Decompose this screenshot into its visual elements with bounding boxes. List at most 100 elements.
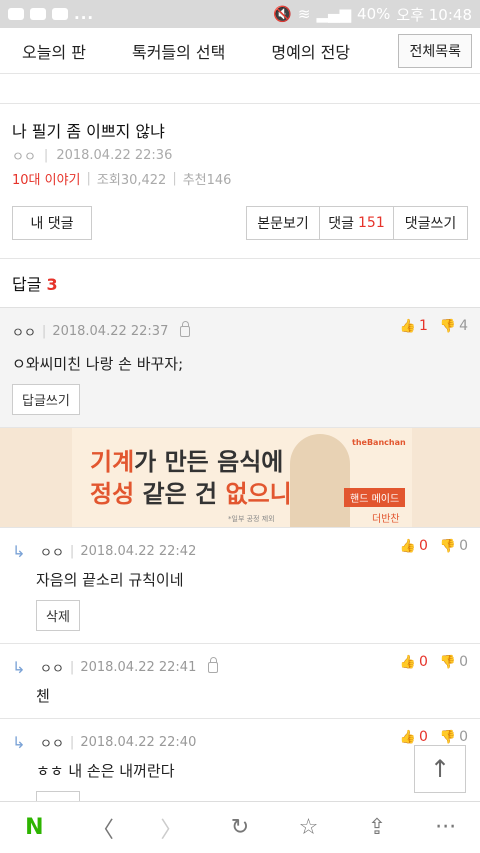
downvote-count: 0 [459, 654, 468, 670]
post-category[interactable]: 10대 이야기 [12, 169, 81, 188]
thumbs-up-icon: 👍 [399, 318, 416, 334]
thumbs-down-icon: 👎 [439, 654, 457, 670]
delete-button[interactable]: 삭제 [36, 600, 80, 631]
downvote-button[interactable]: 👎 0 [440, 654, 468, 670]
comment-text: ㅎㅎ 내 손은 내꺼란다 [36, 762, 175, 780]
comment-author: ㅇㅇ [40, 662, 64, 677]
comments-label: 댓글 [328, 216, 355, 232]
post-buttons: 내 댓글 본문보기 댓글 151 댓글쓰기 [0, 188, 480, 240]
post-button-group: 본문보기 댓글 151 댓글쓰기 [246, 206, 468, 240]
divider: | [43, 148, 49, 163]
post-title: 나 필기 좀 이쁘지 않냐 [12, 122, 165, 141]
divider: | [69, 544, 75, 559]
thumbs-down-icon: 👎 [439, 729, 457, 745]
downvote-button[interactable]: 👎 0 [440, 729, 468, 745]
more-button[interactable]: ··· [426, 815, 466, 840]
reply-comment: ↳ ㅇㅇ | 2018.04.22 22:42 👍 0 👎 0 자음의 끝소리 규칙… [0, 527, 480, 643]
my-comments-button[interactable]: 내 댓글 [12, 206, 92, 240]
status-left: ... [8, 5, 94, 23]
upvote-count: 1 [418, 318, 428, 334]
comment-author: ㅇㅇ [12, 326, 36, 341]
ad-line1: 기계가 만든 음식에 [90, 442, 283, 477]
wifi-icon: ≋ [297, 5, 311, 23]
status-right: 🔇 ≋ ▂▄▆ 40% 오후 10:48 [273, 4, 472, 25]
share-button[interactable]: ⇪ [357, 815, 397, 840]
chat-icon [8, 8, 24, 20]
write-comment-button[interactable]: 댓글쓰기 [394, 206, 468, 240]
post-views: 조회30,422 [96, 173, 167, 188]
ad-line1-a: 기계 [90, 448, 135, 476]
scroll-top-button[interactable]: ↑ [414, 745, 466, 793]
upvote-count: 0 [418, 729, 428, 745]
replies-header: 답글 3 [0, 258, 480, 307]
comment-text: ㅇ와씨미친 나랑 손 바꾸자; [12, 355, 184, 373]
upvote-button[interactable]: 👍 1 [400, 318, 428, 334]
comment-date: 2018.04.22 22:40 [80, 735, 197, 750]
upvote-button[interactable]: 👍 0 [400, 654, 428, 670]
nav-talkers-choice[interactable]: 톡커들의 선택 [132, 39, 225, 63]
ad-badge: 핸드 메이드 [344, 488, 406, 507]
divider: | [41, 324, 47, 339]
comment-author: ㅇㅇ [40, 737, 64, 752]
reply-arrow-icon: ↳ [12, 658, 26, 677]
votes: 👍 0 👎 0 [400, 729, 468, 745]
image-icon [52, 8, 68, 20]
browser-bottom-bar: N 〈 〉 ↻ ☆ ⇪ ··· [0, 801, 480, 853]
upvote-count: 0 [418, 654, 428, 670]
comment-date: 2018.04.22 22:37 [52, 324, 169, 339]
my-comments-label: 내 댓글 [30, 216, 74, 232]
more-notifications: ... [74, 5, 95, 23]
thumbs-down-icon: 👎 [439, 538, 457, 554]
post-header: 나 필기 좀 이쁘지 않냐 ㅇㅇ | 2018.04.22 22:36 10대 … [0, 104, 480, 188]
forward-button[interactable]: 〉 [151, 812, 191, 844]
downvote-button[interactable]: 👎 0 [440, 538, 468, 554]
replies-count: 3 [46, 275, 58, 294]
all-list-button[interactable]: 전체목록 [398, 33, 472, 68]
chef-illustration [290, 434, 350, 527]
view-body-button[interactable]: 본문보기 [246, 206, 320, 240]
comments-count: 151 [358, 215, 385, 231]
lock-icon [180, 321, 191, 337]
view-body-label: 본문보기 [257, 216, 309, 232]
comment-meta: ↳ ㅇㅇ | 2018.04.22 22:40 👍 0 👎 0 [12, 729, 468, 752]
thumbs-up-icon: 👍 [399, 654, 416, 670]
upvote-count: 0 [418, 538, 428, 554]
ad-line2-b: 같은 건 [134, 480, 226, 508]
post-meta: ㅇㅇ | 2018.04.22 22:36 [12, 146, 468, 165]
upvote-button[interactable]: 👍 0 [400, 729, 428, 745]
downvote-count: 4 [459, 318, 468, 334]
ad-line1-b: 가 만든 음식에 [134, 448, 284, 476]
ad-brand: theBanchan [352, 438, 406, 447]
ad-line2-a: 정성 [90, 480, 135, 508]
signal-icon: ▂▄▆ [316, 5, 352, 23]
ad-banner[interactable]: 기계가 만든 음식에 정성 같은 건 없으니까! *일부 공정 제외 theBa… [0, 427, 480, 527]
replies-label: 답글 [12, 275, 42, 294]
nav-today[interactable]: 오늘의 판 [22, 39, 86, 63]
battery-text: 40% [357, 5, 391, 23]
comment-date: 2018.04.22 22:42 [80, 544, 197, 559]
reply-write-button[interactable]: 답글쓰기 [12, 384, 80, 415]
best-comment: ㅇㅇ | 2018.04.22 22:37 👍 1 👎 4 ㅇ와씨미친 나랑 손 바… [0, 307, 480, 427]
nav-hall-of-fame[interactable]: 명예의 전당 [271, 39, 350, 63]
back-button[interactable]: 〈 [83, 812, 123, 844]
ad-brand-kr: 더반찬 [372, 514, 400, 525]
votes: 👍 0 👎 0 [400, 654, 468, 670]
arrow-up-icon: ↑ [429, 755, 451, 783]
comments-button[interactable]: 댓글 151 [320, 206, 394, 240]
post-recommend: 추천146 [182, 173, 232, 188]
bookmark-star-button[interactable]: ☆ [289, 815, 329, 840]
comment-text: 첸 [36, 687, 50, 705]
downvote-button[interactable]: 👎 4 [440, 318, 468, 334]
lock-icon [208, 657, 219, 673]
upvote-button[interactable]: 👍 0 [400, 538, 428, 554]
comment-text: 자음의 끝소리 규칙이네 [36, 571, 184, 589]
divider: | [172, 171, 177, 186]
naver-home-button[interactable]: N [14, 815, 54, 840]
downvote-count: 0 [459, 729, 468, 745]
post-stats: 10대 이야기 | 조회30,422 | 추천146 [12, 169, 468, 188]
reload-button[interactable]: ↻ [220, 815, 260, 840]
comment-meta: ㅇㅇ | 2018.04.22 22:37 👍 1 👎 4 [12, 318, 468, 341]
votes: 👍 0 👎 0 [400, 538, 468, 554]
thumbs-up-icon: 👍 [399, 538, 416, 554]
divider: | [69, 735, 75, 750]
